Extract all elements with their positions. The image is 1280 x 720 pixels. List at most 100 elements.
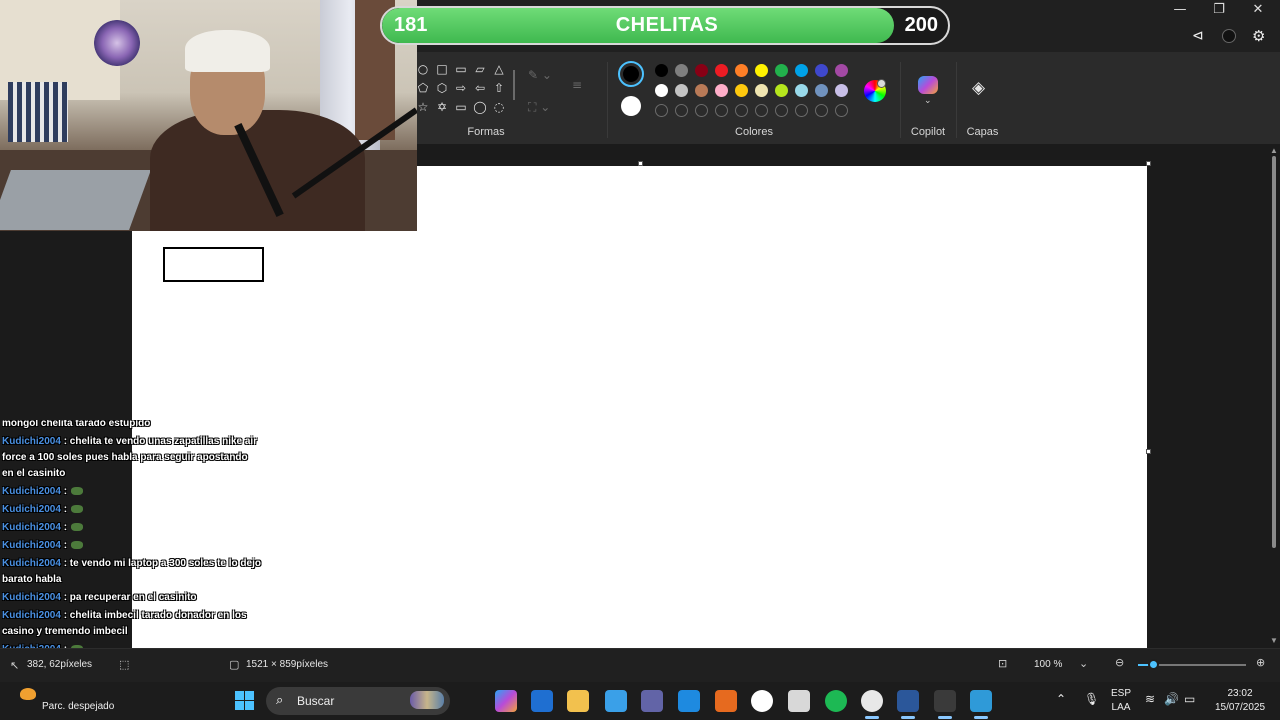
settings-gear-icon[interactable]: ⚙ [1252,27,1265,45]
zoom-in-icon[interactable]: ⊕ [1256,656,1265,669]
spotify-app-icon[interactable] [825,690,847,712]
primary-color-swatch[interactable] [623,66,639,82]
color-swatch[interactable] [775,64,788,77]
scrollbar-thumb[interactable] [1272,156,1276,548]
up-arrow-shape-icon[interactable]: ⇧ [492,81,506,95]
paint-app-icon[interactable] [970,690,992,712]
color-swatch[interactable] [735,64,748,77]
right-arrow-shape-icon[interactable]: ⇨ [454,81,468,95]
empty-custom-color-slot[interactable] [815,104,828,117]
layers-icon[interactable]: ◈ [972,78,985,98]
color-swatch[interactable] [835,84,848,97]
color-swatch[interactable] [755,64,768,77]
minimize-button[interactable]: — [1160,0,1200,20]
copilot-app-icon[interactable] [495,690,517,712]
zoom-out-icon[interactable]: ⊖ [1115,656,1124,669]
color-swatch[interactable] [795,64,808,77]
canvas-resize-handle-corner[interactable] [1146,161,1151,166]
shapes-scrollbar[interactable] [513,70,515,100]
search-highlight-image[interactable] [410,691,444,709]
close-button[interactable]: ✕ [1238,0,1278,20]
empty-custom-color-slot[interactable] [715,104,728,117]
rounded-rectangle-shape-icon[interactable]: ▭ [454,62,468,76]
callout-cloud-shape-icon[interactable]: ◌ [492,100,506,114]
rectangle-shape-icon[interactable]: □ [435,62,449,76]
taskbar-search-placeholder[interactable]: Buscar [297,694,334,708]
empty-custom-color-slot[interactable] [795,104,808,117]
weather-text[interactable]: Parc. despejado [42,701,114,712]
word-app-icon[interactable] [897,690,919,712]
outline-tool-icon[interactable]: ✎ ⌄ [528,68,552,82]
color-swatch[interactable] [835,64,848,77]
copilot-icon[interactable] [918,76,938,94]
callout-rect-shape-icon[interactable]: ▭ [454,100,468,114]
empty-custom-color-slot[interactable] [655,104,668,117]
account-avatar[interactable] [1222,29,1236,43]
clock-date[interactable]: 15/07/2025 [1208,702,1272,713]
edge-dev-app-icon[interactable] [605,690,627,712]
color-swatch[interactable] [715,64,728,77]
empty-custom-color-slot[interactable] [675,104,688,117]
left-arrow-shape-icon[interactable]: ⇦ [473,81,487,95]
search-app-icon[interactable] [715,690,737,712]
scroll-down-icon[interactable]: ▼ [1270,636,1278,645]
empty-custom-color-slot[interactable] [755,104,768,117]
wifi-icon[interactable]: ≋ [1145,692,1155,706]
color-swatch[interactable] [695,84,708,97]
color-swatch[interactable] [735,84,748,97]
color-swatch[interactable] [815,64,828,77]
color-swatch[interactable] [675,84,688,97]
color-swatch[interactable] [655,84,668,97]
share-icon[interactable]: ⊲ [1192,28,1204,44]
battery-icon[interactable]: ▭ [1184,692,1195,706]
color-swatch[interactable] [775,84,788,97]
scroll-up-icon[interactable]: ▲ [1270,146,1278,155]
copilot-chevron-icon[interactable]: ⌄ [924,96,932,106]
chrome-app-icon[interactable] [751,690,773,712]
clock-time[interactable]: 23:02 [1208,688,1272,699]
empty-custom-color-slot[interactable] [735,104,748,117]
star-shape-icon[interactable]: ☆ [416,100,430,114]
pentagon-shape-icon[interactable]: ⬠ [416,81,430,95]
store-app-icon[interactable] [531,690,553,712]
maximize-button[interactable]: ❐ [1199,0,1239,20]
empty-custom-color-slot[interactable] [695,104,708,117]
triangle-shape-icon[interactable]: △ [492,62,506,76]
color-swatch[interactable] [755,84,768,97]
oval-shape-icon[interactable]: ○ [416,62,430,76]
file-explorer-icon[interactable] [567,690,589,712]
chrome-profile-app-icon[interactable] [861,690,883,712]
zoom-level-text[interactable]: 100 % [1034,659,1062,670]
calculator-app-icon[interactable] [934,690,956,712]
fill-tool-icon[interactable]: ⛶ ⌄ [528,100,550,115]
zoom-dropdown-chevron-icon[interactable]: ⌄ [1079,657,1088,670]
show-hidden-icons-chevron[interactable]: ⌃ [1056,692,1066,706]
six-point-star-shape-icon[interactable]: ✡ [435,100,449,114]
weather-icon[interactable] [20,688,36,700]
red-badge-app-icon[interactable] [788,690,810,712]
vertical-scrollbar[interactable]: ▲ ▼ [1270,146,1278,648]
input-language-text[interactable]: ESP [1108,688,1134,699]
canvas-resize-handle-right[interactable] [1146,449,1151,454]
microphone-icon[interactable]: 🎙 [1084,692,1099,706]
canvas-resize-handle-top[interactable] [638,161,643,166]
color-swatch[interactable] [675,64,688,77]
hexagon-shape-icon[interactable]: ⬡ [435,81,449,95]
color-swatch[interactable] [715,84,728,97]
volume-icon[interactable]: 🔊 [1164,692,1179,706]
keyboard-layout-text[interactable]: LAA [1108,702,1134,713]
parallelogram-shape-icon[interactable]: ▱ [473,62,487,76]
empty-custom-color-slot[interactable] [775,104,788,117]
color-swatch[interactable] [815,84,828,97]
color-swatch[interactable] [695,64,708,77]
drawn-rectangle[interactable] [163,247,264,282]
teams-app-icon[interactable] [641,690,663,712]
callout-oval-shape-icon[interactable]: ◯ [473,100,487,114]
edge-app-icon[interactable] [678,690,700,712]
line-size-icon[interactable]: ≡ [572,78,582,92]
color-swatch[interactable] [655,64,668,77]
empty-custom-color-slot[interactable] [835,104,848,117]
color-swatch[interactable] [795,84,808,97]
fit-to-window-icon[interactable]: ⊡ [998,657,1007,670]
secondary-color-swatch[interactable] [621,96,641,116]
